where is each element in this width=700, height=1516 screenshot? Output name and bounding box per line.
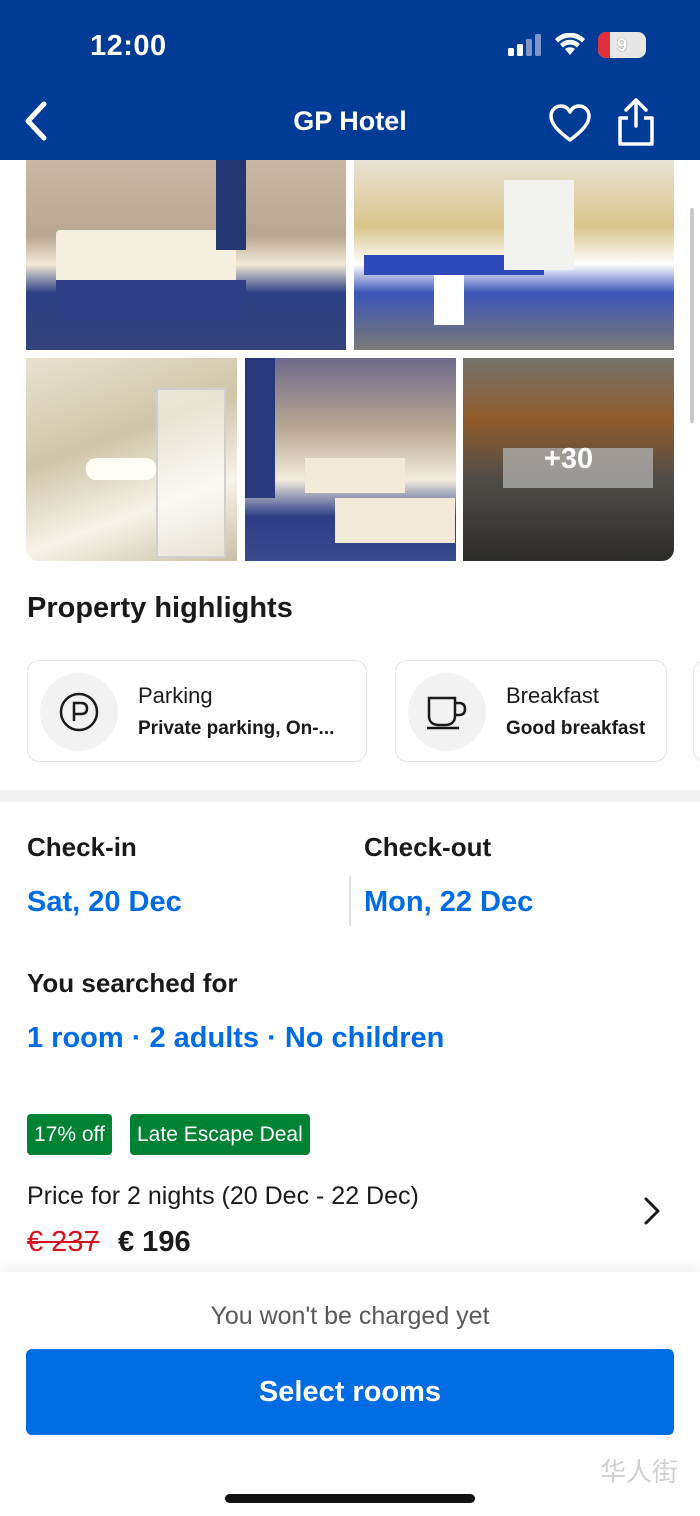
watermark: 华人街 <box>599 1458 678 1488</box>
hotel-photo-bedroom[interactable] <box>26 160 346 350</box>
home-indicator[interactable] <box>225 1494 475 1503</box>
chevron-right-icon <box>644 1197 660 1225</box>
deal-badge: Late Escape Deal <box>130 1114 310 1155</box>
search-summary-label: You searched for <box>27 968 238 998</box>
highlight-card-next[interactable] <box>693 660 700 762</box>
current-price: € 196 <box>118 1226 191 1258</box>
wifi-icon <box>555 33 585 55</box>
discount-badge: 17% off <box>27 1114 112 1155</box>
hotel-photo-bathroom[interactable] <box>26 358 237 561</box>
highlight-card-breakfast[interactable]: Breakfast Good breakfast <box>395 660 667 762</box>
hotel-photo-breakfast-room[interactable] <box>354 160 674 350</box>
highlight-name: Parking <box>138 683 213 708</box>
old-price: € 237 <box>27 1226 100 1258</box>
heart-icon <box>549 104 591 142</box>
status-time: 12:00 <box>90 30 167 62</box>
app-header: 12:00 9 GP Hotel <box>0 0 700 160</box>
date-separator <box>349 876 351 926</box>
highlight-name: Breakfast <box>506 683 599 708</box>
section-divider <box>0 790 700 802</box>
battery-indicator: 9 <box>598 32 646 58</box>
scrollbar[interactable] <box>690 208 694 423</box>
checkin-label: Check-in <box>27 832 137 862</box>
price-label: Price for 2 nights (20 Dec - 22 Dec) <box>27 1182 419 1210</box>
highlight-detail: Private parking, On-... <box>138 718 335 739</box>
parking-icon <box>40 673 118 751</box>
coffee-cup-icon <box>408 673 486 751</box>
charge-note: You won't be charged yet <box>210 1302 490 1330</box>
checkout-label: Check-out <box>364 832 492 862</box>
signal-icon <box>508 34 541 56</box>
hotel-photo-twin-room[interactable] <box>245 358 456 561</box>
hotel-photo-more[interactable]: +30 <box>463 358 674 561</box>
select-rooms-button[interactable]: Select rooms <box>26 1349 674 1435</box>
share-icon <box>618 98 654 146</box>
status-icons: 9 <box>508 32 646 58</box>
favorite-button[interactable] <box>548 102 592 146</box>
checkout-date[interactable]: Mon, 22 Dec <box>364 886 533 919</box>
highlights-title: Property highlights <box>27 592 293 624</box>
share-button[interactable] <box>614 96 658 148</box>
more-photos-count: +30 <box>463 358 674 561</box>
checkin-date[interactable]: Sat, 20 Dec <box>27 886 182 919</box>
price-details-button[interactable] <box>640 1195 664 1227</box>
page-title: GP Hotel <box>293 106 407 136</box>
search-summary-value[interactable]: 1 room · 2 adults · No children <box>27 1022 444 1055</box>
highlight-card-parking[interactable]: Parking Private parking, On-... <box>27 660 367 762</box>
highlight-detail: Good breakfast <box>506 718 646 739</box>
